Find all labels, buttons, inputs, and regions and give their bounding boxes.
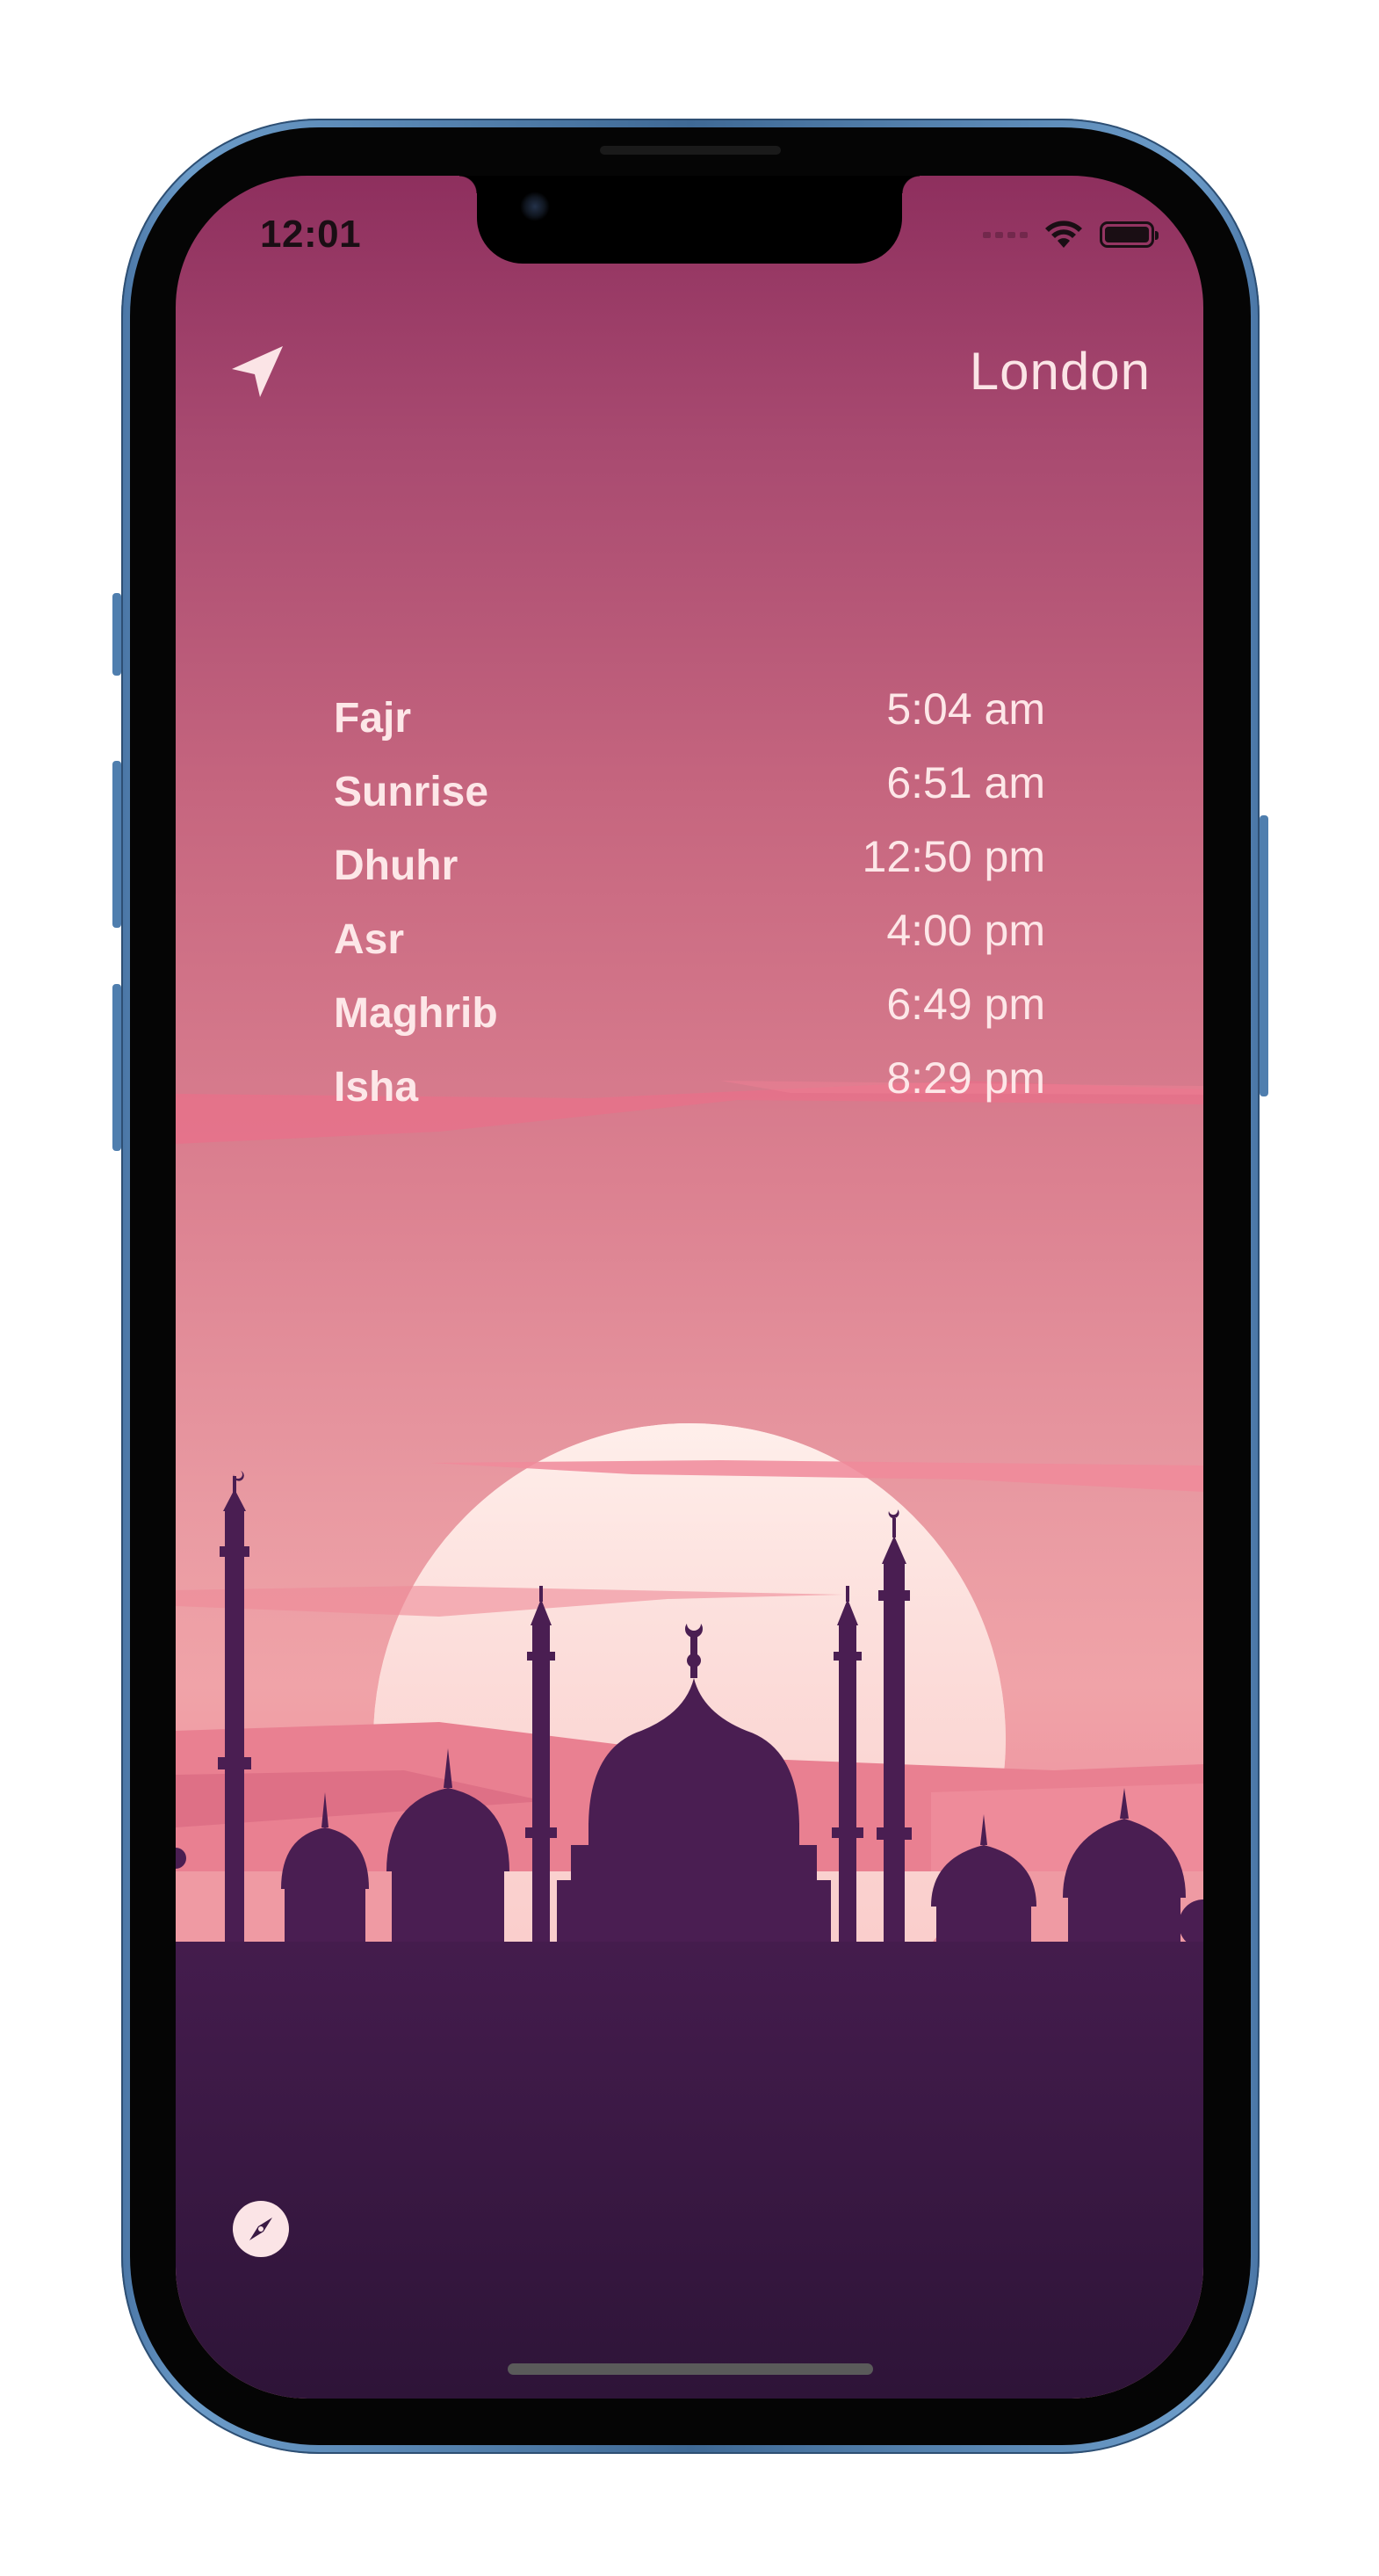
prayer-row-asr: Asr 4:00 pm xyxy=(334,905,1045,979)
city-name[interactable]: London xyxy=(970,341,1151,402)
prayer-time: 8:29 pm xyxy=(886,1053,1045,1103)
wifi-icon xyxy=(1045,221,1082,248)
cellular-signal-icon xyxy=(983,231,1028,238)
prayer-row-maghrib: Maghrib 6:49 pm xyxy=(334,979,1045,1053)
notch xyxy=(459,176,920,264)
front-camera xyxy=(520,192,550,221)
mosque-sunset-illustration xyxy=(176,1081,1203,2399)
prayer-name: Fajr xyxy=(334,695,412,742)
prayer-name: Isha xyxy=(334,1064,419,1111)
earpiece-speaker xyxy=(600,146,781,155)
prayer-row-dhuhr: Dhuhr 12:50 pm xyxy=(334,831,1045,905)
compass-icon[interactable] xyxy=(232,2200,290,2258)
prayer-name: Sunrise xyxy=(334,769,489,815)
prayer-time: 4:00 pm xyxy=(886,906,1045,955)
volume-down-button xyxy=(112,984,121,1151)
status-time: 12:01 xyxy=(260,213,362,256)
prayer-time: 12:50 pm xyxy=(862,832,1045,881)
app-screen: 12:01 London Fajr 5:04 am Sunrise 6:51 a… xyxy=(176,176,1203,2399)
prayer-times-list: Fajr 5:04 am Sunrise 6:51 am Dhuhr 12:50… xyxy=(334,684,1045,1126)
prayer-name: Maghrib xyxy=(334,990,498,1037)
prayer-row-fajr: Fajr 5:04 am xyxy=(334,684,1045,757)
prayer-name: Asr xyxy=(334,916,405,963)
volume-up-button xyxy=(112,761,121,928)
prayer-time: 5:04 am xyxy=(886,684,1045,734)
prayer-time: 6:49 pm xyxy=(886,980,1045,1029)
prayer-time: 6:51 am xyxy=(886,758,1045,807)
location-arrow-icon[interactable] xyxy=(228,343,286,401)
power-button xyxy=(1260,815,1268,1096)
prayer-name: Dhuhr xyxy=(334,843,458,889)
battery-icon xyxy=(1100,221,1159,248)
status-indicators xyxy=(983,220,1159,250)
prayer-row-isha: Isha 8:29 pm xyxy=(334,1053,1045,1126)
prayer-row-sunrise: Sunrise 6:51 am xyxy=(334,757,1045,831)
home-indicator[interactable] xyxy=(508,2363,873,2375)
action-button xyxy=(112,593,121,676)
